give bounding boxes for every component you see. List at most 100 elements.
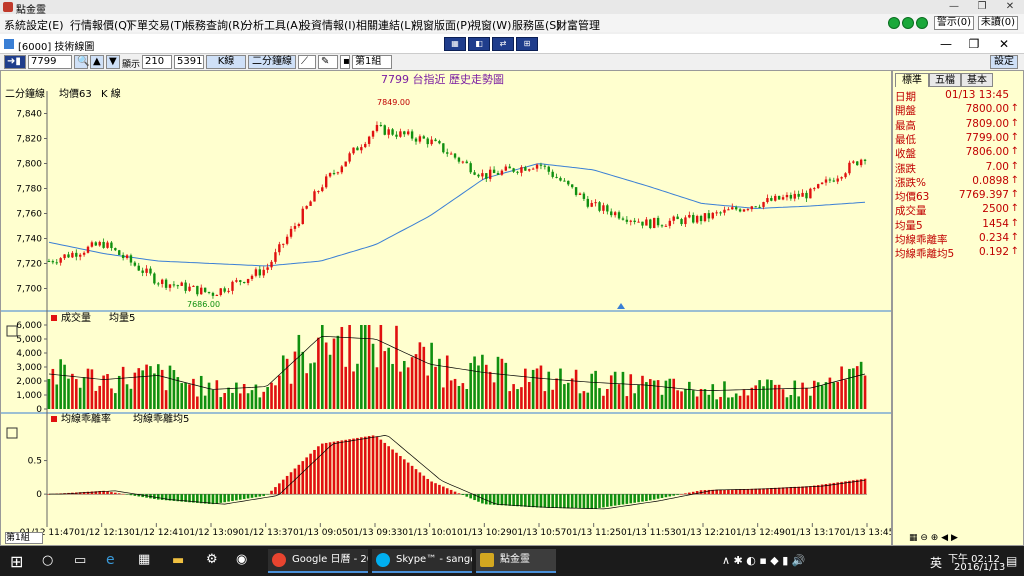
folder-icon[interactable]: ▬	[172, 553, 184, 568]
info-value: 0.234	[978, 232, 1009, 244]
period-dropdown[interactable]: 二分鐘線	[248, 55, 296, 69]
price-legend-kline: K 線	[101, 87, 121, 100]
candle-body	[668, 220, 672, 226]
ime-indicator[interactable]: 英	[930, 554, 942, 571]
menu-investment-info[interactable]: 投資情報(I)	[300, 17, 356, 33]
volume-bar	[789, 395, 793, 409]
save-icon[interactable]: ▪	[340, 55, 350, 69]
clock-date[interactable]: 2016/1/13	[954, 562, 1005, 573]
layout-button-1[interactable]: ▦	[444, 37, 466, 51]
app-icon-1[interactable]: ⚙	[206, 552, 218, 567]
subwindow-close-button[interactable]: ✕	[996, 37, 1012, 51]
kline-dropdown[interactable]: K線	[206, 55, 246, 69]
deviation-bar	[566, 494, 570, 509]
menu-system-settings[interactable]: 系統設定(E)	[4, 17, 64, 33]
subwindow-restore-button[interactable]: ❐	[966, 37, 982, 51]
menu-service[interactable]: 服務區(S)	[512, 17, 561, 33]
unread-button[interactable]: 未讀(0)	[978, 16, 1018, 30]
windows-start-icon[interactable]: ⊞	[10, 552, 23, 571]
candle-body	[219, 288, 222, 295]
notification-icon[interactable]: ▤	[1006, 554, 1017, 568]
volume-bar	[363, 325, 367, 409]
time-tick-label: 01/13 13:45	[840, 528, 891, 538]
avg-price-line	[48, 163, 866, 267]
deviation-avg-line	[49, 435, 866, 510]
symbol-input[interactable]: 7799	[28, 55, 72, 69]
volume-bar	[82, 377, 86, 409]
tab-five-levels[interactable]: 五檔	[929, 73, 961, 87]
down-arrow-icon[interactable]: ▼	[106, 55, 120, 69]
volume-bar	[320, 325, 324, 409]
edge-icon[interactable]: e	[106, 552, 115, 568]
maximize-button[interactable]: ❐	[968, 0, 996, 14]
volume-bar	[727, 397, 730, 409]
menu-account-query[interactable]: 帳務查詢(R)	[184, 17, 244, 33]
deviation-bar	[730, 489, 734, 495]
tab-standard[interactable]: 標準	[895, 73, 929, 87]
volume-bar	[356, 363, 359, 409]
layout-button-3[interactable]: ⇄	[492, 37, 514, 51]
menu-window-layout[interactable]: 視窗版面(P)	[412, 17, 471, 33]
deviation-bar	[656, 494, 660, 499]
group-dropdown[interactable]: 第1組	[352, 55, 392, 69]
deviation-bar	[742, 489, 746, 495]
time-tick-label: 01/13 10:29	[457, 528, 512, 538]
candle-body	[758, 206, 761, 208]
up-arrow-icon[interactable]: ▲	[90, 55, 104, 69]
search-icon[interactable]: 🔍	[74, 55, 89, 69]
task-view-icon[interactable]: ▭	[74, 553, 86, 568]
volume-bar	[305, 373, 308, 409]
layout-button-2[interactable]: ◧	[468, 37, 490, 51]
task-app[interactable]: 點金靈	[476, 549, 556, 573]
deviation-bar	[348, 439, 351, 495]
settings-button[interactable]: 設定	[990, 55, 1018, 69]
pen-tool-icon[interactable]: ✎	[318, 55, 338, 69]
menu-window[interactable]: 視窗(W)	[470, 17, 511, 33]
info-label: 開盤	[895, 105, 916, 118]
info-value: 01/13 13:45	[945, 89, 1009, 101]
search-icon-taskbar[interactable]: ○	[42, 553, 53, 568]
candle-body	[485, 173, 488, 179]
volume-bar	[246, 393, 250, 409]
bottom-group-dropdown[interactable]: 第1組	[5, 532, 43, 544]
menu-order-trade[interactable]: 下單交易(T)	[126, 17, 185, 33]
task-google-calendar[interactable]: Google 日曆 - 201...	[268, 549, 368, 573]
app-icon-2[interactable]: ◉	[236, 552, 247, 567]
deviation-bar	[598, 494, 601, 508]
candle-body	[215, 294, 219, 296]
menu-wealth-management[interactable]: 財富管理	[556, 17, 600, 33]
info-value: 7809.00	[965, 117, 1009, 130]
panel-zoom-controls[interactable]: ▦ ⊖ ⊕ ◀ ▶	[909, 533, 958, 543]
candle-body	[270, 261, 273, 268]
layout-button-4[interactable]: ⊞	[516, 37, 538, 51]
deviation-bar	[738, 489, 742, 495]
menu-quotes[interactable]: 行情報價(Q)	[70, 17, 131, 33]
info-label: 最高	[895, 119, 916, 132]
tray-icons[interactable]: ∧ ✱ ◐ ▪ ◆ ▮ 🔊	[722, 554, 806, 567]
menu-analysis-tools[interactable]: 分析工具(A)	[242, 17, 302, 33]
go-icon[interactable]: ➜▮	[4, 55, 26, 69]
candle-body	[520, 167, 523, 173]
menu-related-links[interactable]: 相關連結(L)	[356, 17, 415, 33]
volume-bar	[820, 385, 824, 409]
subwindow-minimize-button[interactable]: —	[938, 37, 954, 51]
chart-area[interactable]: 7,840 7,820 7,800 7,780 7,760 7,740 7,720 7,700…	[0, 70, 892, 546]
candle-body	[324, 176, 328, 188]
volume-bar	[289, 383, 293, 409]
time-tick-label: 01/13 13:17	[785, 528, 840, 538]
candle-body	[719, 212, 722, 214]
store-icon[interactable]: ▦	[138, 552, 150, 567]
deviation-tick-label: 0	[36, 490, 42, 500]
candle-body	[98, 241, 101, 246]
line-tool-icon[interactable]: ⟋	[298, 55, 316, 69]
minimize-button[interactable]: —	[940, 0, 968, 14]
deviation-bar	[484, 494, 488, 505]
task-skype[interactable]: Skype™ - sangola...	[372, 549, 472, 573]
candle-body	[192, 285, 195, 287]
display-count-input[interactable]: 210	[142, 55, 172, 69]
deviation-collapse-icon[interactable]	[6, 427, 18, 439]
tab-basic[interactable]: 基本	[961, 73, 993, 87]
close-button[interactable]: ✕	[996, 0, 1024, 14]
alert-button[interactable]: 警示(0)	[934, 16, 974, 30]
chart-svg[interactable]: 7,840 7,820 7,800 7,780 7,760 7,740 7,720 7,700…	[1, 71, 891, 545]
